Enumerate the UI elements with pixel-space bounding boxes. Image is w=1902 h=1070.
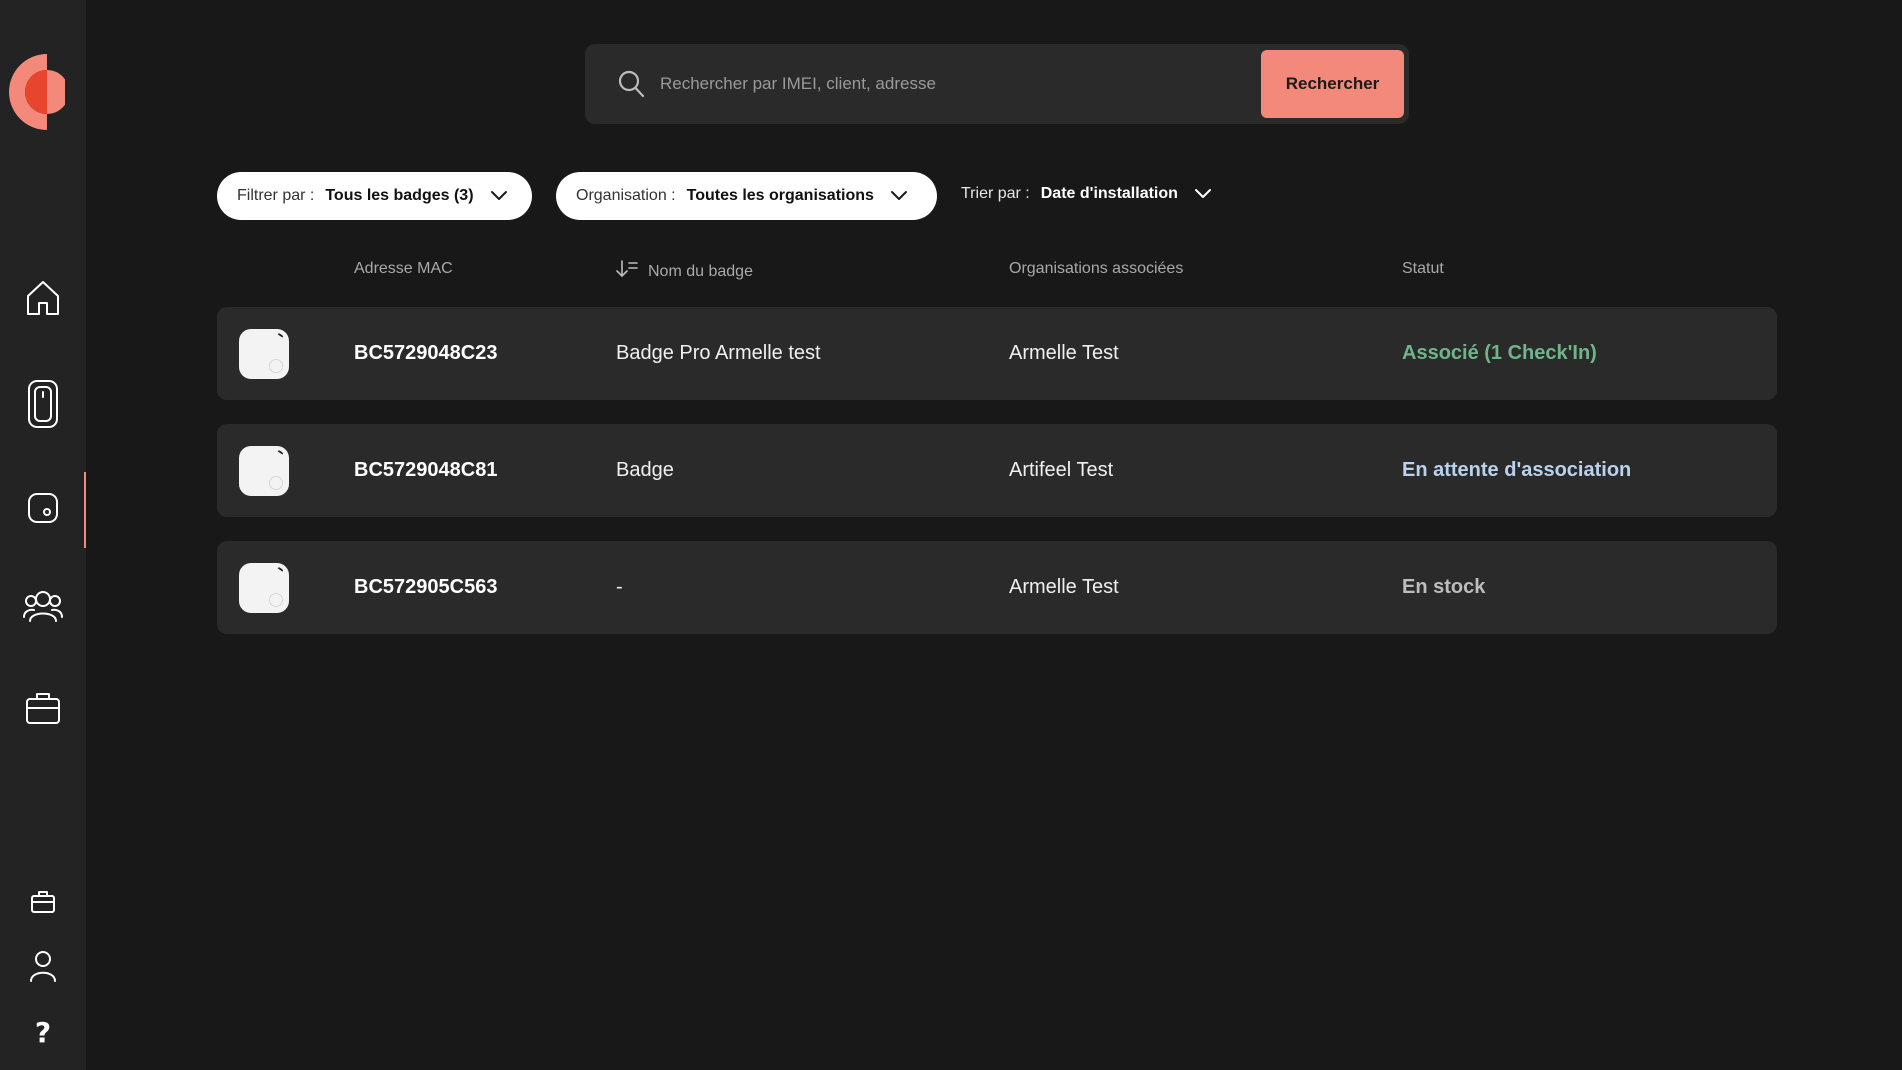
search-input[interactable] — [660, 64, 1220, 104]
row-mac: BC572905C563 — [354, 576, 498, 598]
filter-dropdown[interactable]: Filtrer par : Tous les badges (3) — [217, 172, 532, 220]
row-name: Badge Pro Armelle test — [616, 342, 821, 364]
organisation-dropdown[interactable]: Organisation : Toutes les organisations — [556, 172, 937, 220]
sidebar: ? — [0, 0, 86, 1070]
column-header-mac[interactable]: Adresse MAC — [354, 260, 453, 278]
filter-label: Filtrer par : — [237, 187, 315, 204]
table-row[interactable]: BC5729048C23 Badge Pro Armelle test Arme… — [217, 307, 1777, 400]
sidebar-item-home[interactable] — [0, 270, 86, 330]
sidebar-item-help[interactable]: ? — [0, 1002, 86, 1062]
badge-device-icon — [239, 563, 289, 613]
briefcase-icon — [25, 691, 61, 730]
home-icon — [25, 279, 61, 322]
column-header-name[interactable]: Nom du badge — [616, 260, 753, 283]
phone-icon — [27, 379, 59, 434]
badge-device-icon — [239, 329, 289, 379]
column-header-label: Nom du badge — [648, 262, 753, 280]
sort-label: Trier par : — [961, 185, 1030, 202]
app: ? Rechercher Filtrer par : Tous les badg… — [0, 0, 1902, 1070]
sidebar-item-devices[interactable] — [0, 376, 86, 436]
sidebar-item-organisations[interactable] — [0, 680, 86, 740]
sidebar-item-users[interactable] — [0, 578, 86, 638]
row-organisation: Armelle Test — [1009, 342, 1119, 364]
search-button[interactable]: Rechercher — [1261, 50, 1404, 118]
column-header-status[interactable]: Statut — [1402, 260, 1444, 278]
organisation-value: Toutes les organisations — [686, 187, 874, 204]
column-header-organisations[interactable]: Organisations associées — [1009, 260, 1183, 278]
sort-value: Date d'installation — [1040, 185, 1178, 202]
row-name: - — [616, 576, 623, 598]
chevron-down-icon — [1194, 188, 1212, 200]
logo[interactable] — [9, 54, 69, 130]
organisation-label: Organisation : — [576, 187, 676, 204]
briefcase-small-icon — [30, 890, 56, 919]
sidebar-item-tools[interactable] — [0, 874, 86, 934]
row-status: En stock — [1402, 576, 1486, 598]
row-organisation: Artifeel Test — [1009, 459, 1114, 481]
row-status: Associé (1 Check'In) — [1402, 342, 1597, 364]
user-icon — [29, 950, 57, 987]
search-icon — [617, 69, 645, 104]
search-bar: Rechercher — [585, 44, 1409, 124]
badge-device-icon — [239, 446, 289, 496]
chevron-down-icon — [490, 190, 508, 202]
column-header-label: Adresse MAC — [354, 260, 453, 277]
table-row[interactable]: BC5729048C81 Badge Artifeel Test En atte… — [217, 424, 1777, 517]
row-name: Badge — [616, 459, 674, 481]
help-icon: ? — [34, 1015, 52, 1049]
sidebar-item-account[interactable] — [0, 938, 86, 998]
row-status: En attente d'association — [1402, 459, 1632, 481]
column-header-label: Statut — [1402, 260, 1444, 277]
row-organisation: Armelle Test — [1009, 576, 1119, 598]
row-mac: BC5729048C23 — [354, 342, 498, 364]
filter-value: Tous les badges (3) — [325, 187, 474, 204]
sort-icon — [616, 260, 648, 283]
table-row[interactable]: BC572905C563 - Armelle Test En stock — [217, 541, 1777, 634]
sort-dropdown[interactable]: Trier par : Date d'installation — [961, 176, 1212, 212]
sidebar-item-badges[interactable] — [0, 472, 86, 548]
users-icon — [22, 589, 64, 628]
chevron-down-icon — [890, 190, 908, 202]
row-mac: BC5729048C81 — [354, 459, 498, 481]
column-header-label: Organisations associées — [1009, 260, 1184, 277]
badge-icon — [27, 492, 59, 529]
